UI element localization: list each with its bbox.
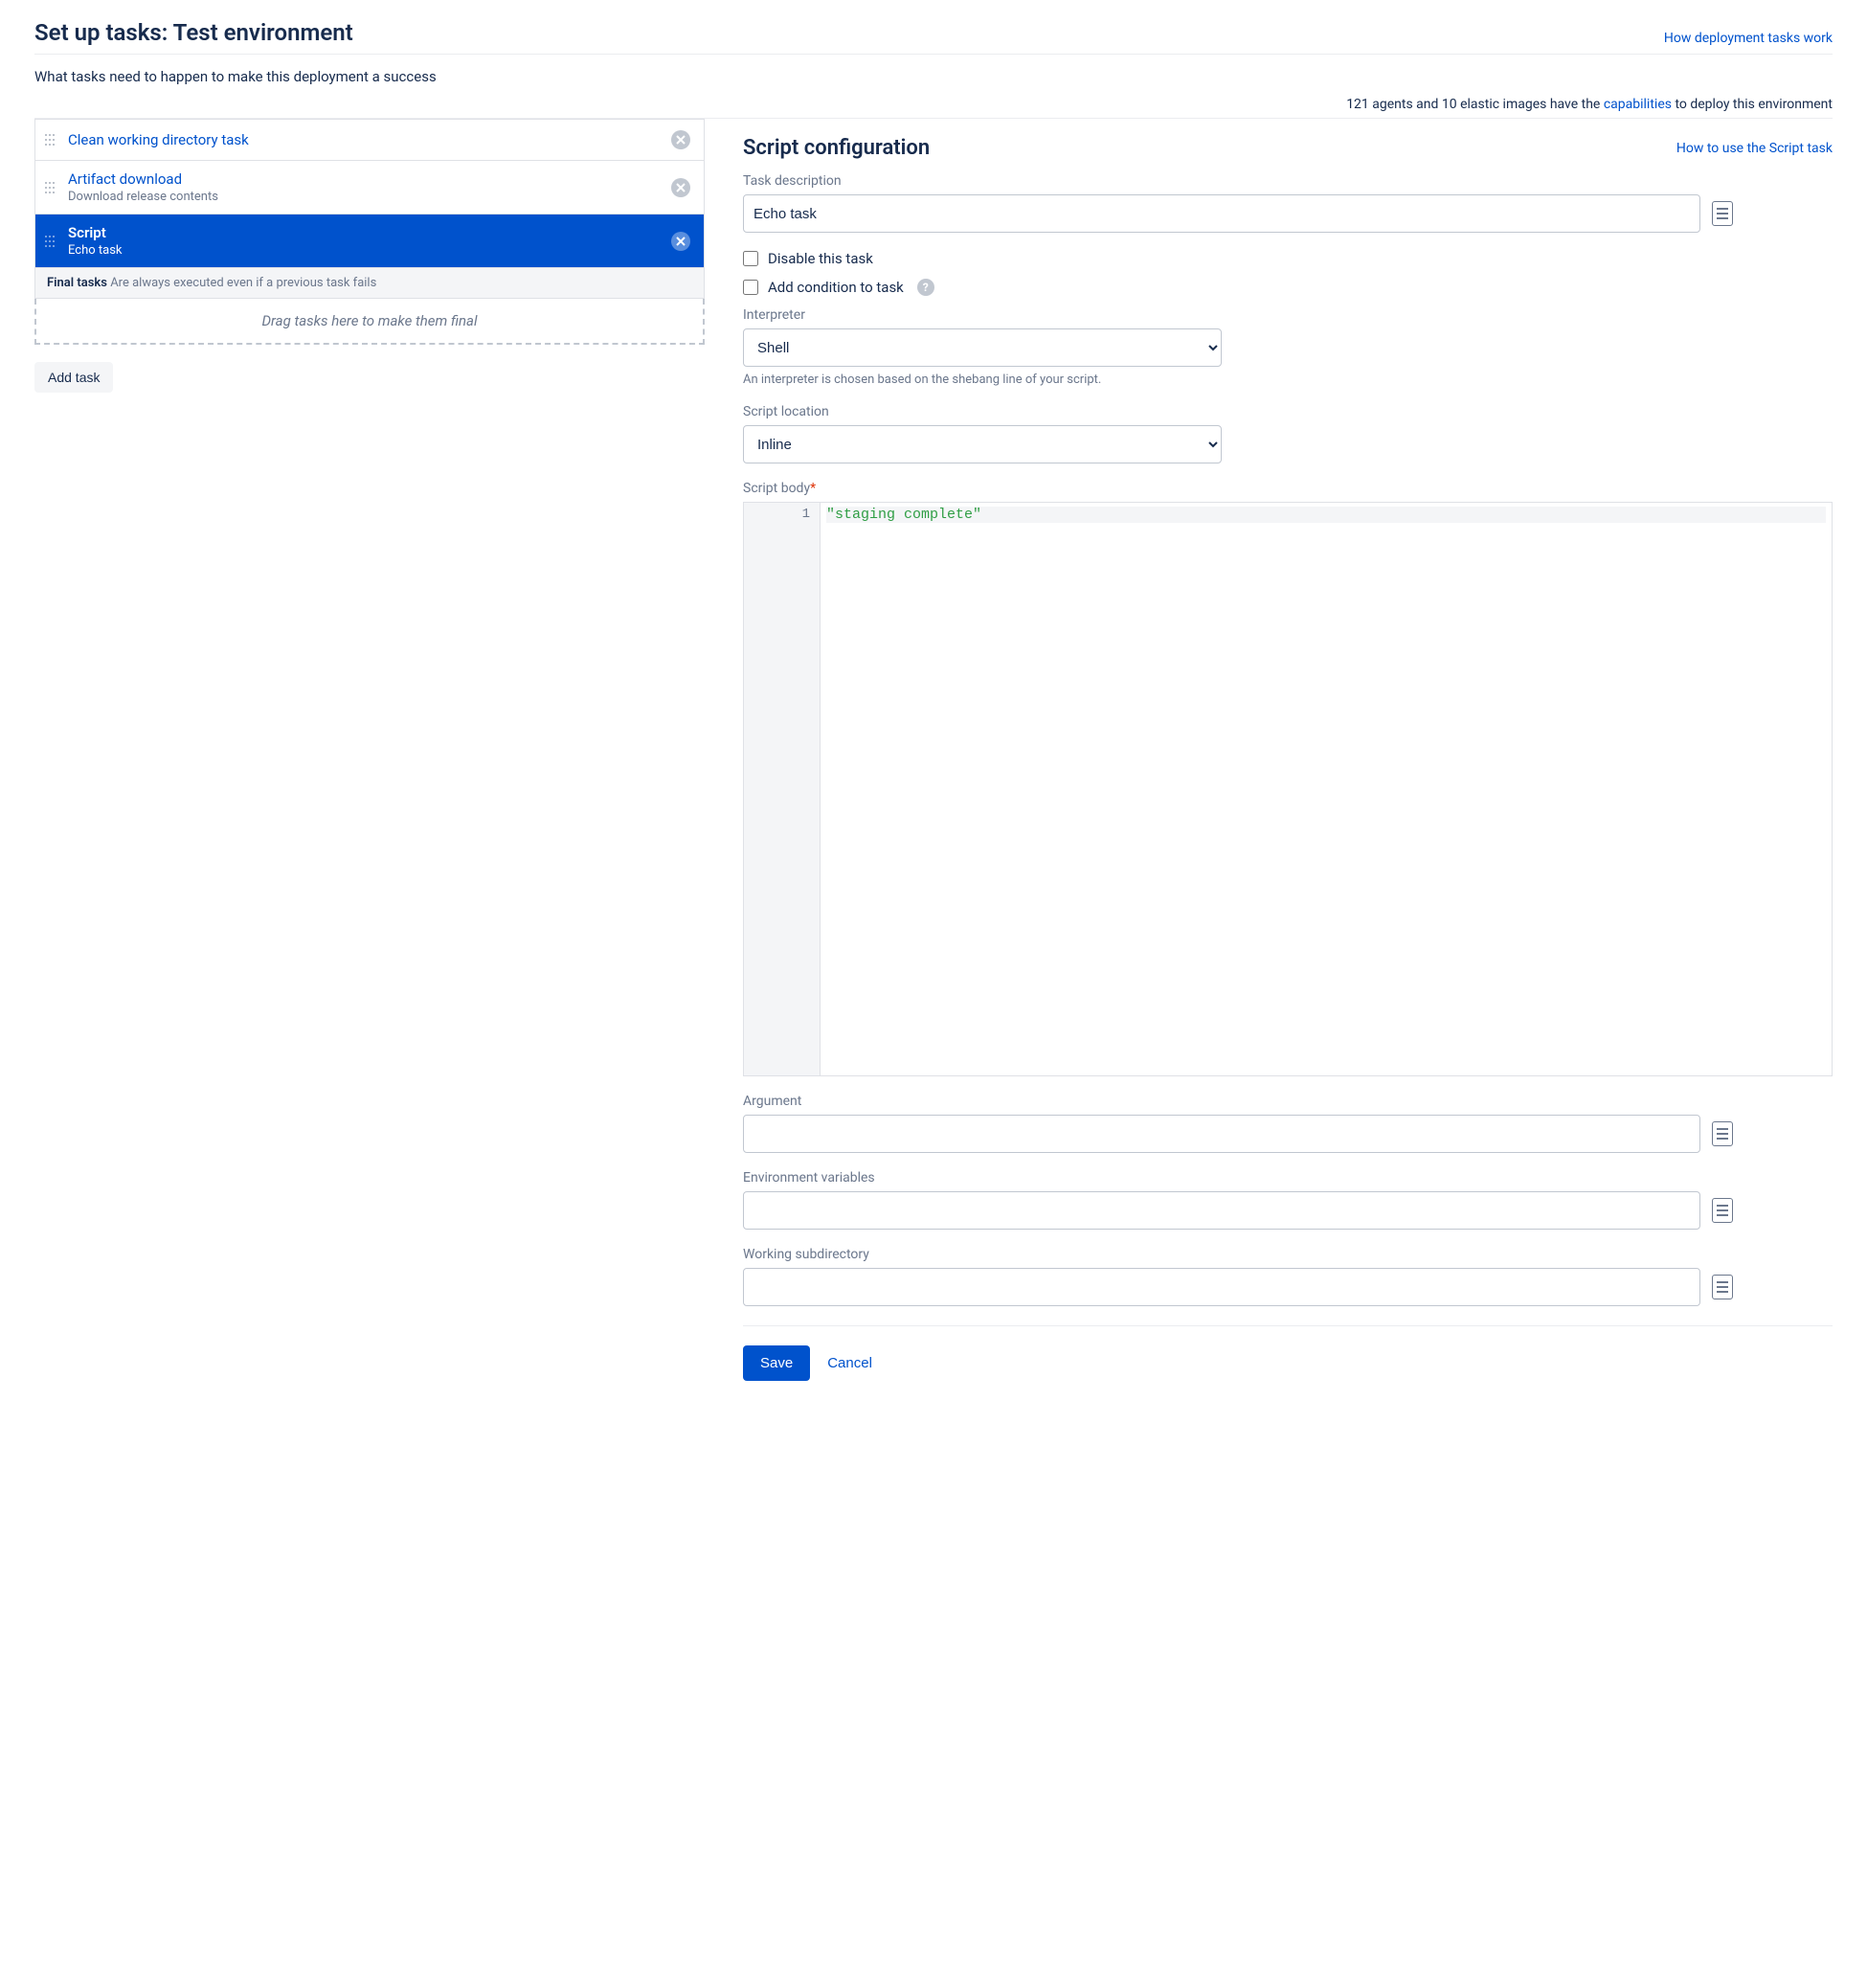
env-vars-label: Environment variables — [743, 1170, 1833, 1186]
task-item-artifact-download[interactable]: Artifact download Download release conte… — [35, 161, 704, 215]
variables-icon[interactable] — [1712, 1121, 1733, 1146]
remove-task-button[interactable] — [671, 232, 690, 251]
task-subtitle: Echo task — [68, 243, 671, 258]
working-subdir-input[interactable] — [743, 1268, 1700, 1306]
remove-task-button[interactable] — [671, 178, 690, 197]
drag-handle-icon[interactable] — [45, 231, 56, 252]
disable-task-checkbox[interactable] — [743, 251, 758, 266]
cancel-button[interactable]: Cancel — [827, 1355, 872, 1371]
task-description-input[interactable] — [743, 194, 1700, 233]
interpreter-select[interactable]: Shell — [743, 328, 1222, 367]
add-task-button[interactable]: Add task — [34, 362, 113, 393]
code-line: "staging complete" — [826, 507, 981, 523]
interpreter-label: Interpreter — [743, 307, 1833, 323]
config-title: Script configuration — [743, 136, 930, 160]
page-subtitle: What tasks need to happen to make this d… — [34, 68, 1833, 85]
save-button[interactable]: Save — [743, 1345, 810, 1381]
task-item-clean-working-dir[interactable]: Clean working directory task — [35, 120, 704, 161]
drag-handle-icon[interactable] — [45, 177, 56, 198]
env-vars-input[interactable] — [743, 1191, 1700, 1230]
task-title: Artifact download — [68, 170, 671, 188]
task-description-label: Task description — [743, 173, 1833, 189]
final-tasks-label: Final tasks — [47, 276, 107, 290]
final-tasks-hint: Are always executed even if a previous t… — [110, 276, 376, 290]
page-title: Set up tasks: Test environment — [34, 19, 353, 46]
add-condition-label[interactable]: Add condition to task — [768, 279, 904, 296]
argument-label: Argument — [743, 1094, 1833, 1109]
argument-input[interactable] — [743, 1115, 1700, 1153]
disable-task-label[interactable]: Disable this task — [768, 250, 873, 267]
help-link-script-task[interactable]: How to use the Script task — [1676, 141, 1833, 156]
code-gutter: 1 — [744, 503, 821, 1075]
script-location-select[interactable]: Inline — [743, 425, 1222, 463]
script-body-editor[interactable]: 1 "staging complete" — [743, 502, 1833, 1076]
task-item-script[interactable]: Script Echo task — [35, 215, 704, 268]
working-subdir-label: Working subdirectory — [743, 1247, 1833, 1262]
variables-icon[interactable] — [1712, 201, 1733, 226]
capabilities-link[interactable]: capabilities — [1604, 97, 1672, 112]
task-subtitle: Download release contents — [68, 190, 671, 204]
agents-summary: 121 agents and 10 elastic images have th… — [34, 91, 1833, 119]
script-body-label: Script body* — [743, 481, 1833, 496]
help-link-deployment-tasks[interactable]: How deployment tasks work — [1664, 31, 1833, 46]
interpreter-hint: An interpreter is chosen based on the sh… — [743, 373, 1833, 387]
variables-icon[interactable] — [1712, 1198, 1733, 1223]
agents-suffix: to deploy this environment — [1672, 97, 1833, 112]
task-title: Script — [68, 224, 671, 241]
line-number: 1 — [748, 507, 810, 522]
help-icon[interactable]: ? — [917, 279, 934, 296]
script-location-label: Script location — [743, 404, 1833, 419]
add-condition-checkbox[interactable] — [743, 280, 758, 295]
drag-handle-icon[interactable] — [45, 129, 56, 150]
final-tasks-header: Final tasks Are always executed even if … — [35, 268, 704, 299]
task-list: Clean working directory task Artifact do… — [34, 119, 705, 299]
variables-icon[interactable] — [1712, 1275, 1733, 1299]
remove-task-button[interactable] — [671, 130, 690, 149]
task-title: Clean working directory task — [68, 131, 671, 148]
agents-prefix: 121 agents and 10 elastic images have th… — [1346, 97, 1604, 112]
final-tasks-dropzone[interactable]: Drag tasks here to make them final — [34, 299, 705, 345]
